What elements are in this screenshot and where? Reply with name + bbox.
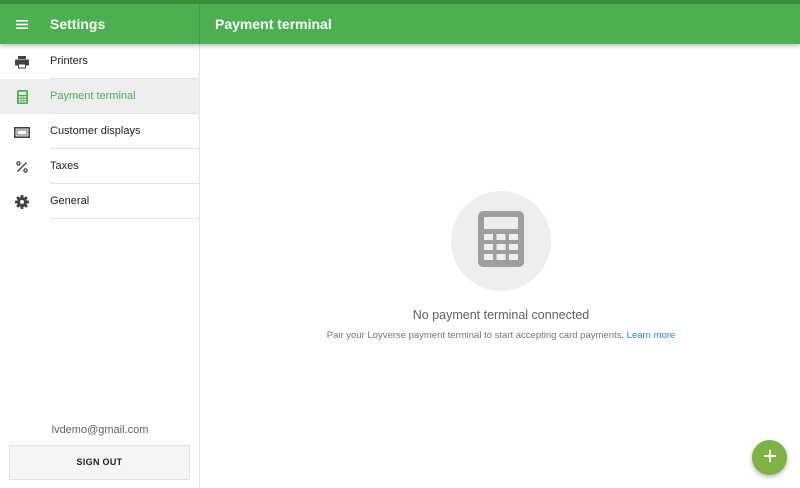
page-title: Payment terminal [215,16,332,32]
empty-state-title: No payment terminal connected [412,308,590,322]
account-email: lvdemo@gmail.com [51,424,149,436]
empty-state-description-text: Pair your Loyverse payment terminal to s… [326,330,625,341]
sidebar-item-general[interactable]: General [0,184,199,219]
display-icon [13,123,31,141]
sign-out-button[interactable]: SIGN OUT [9,445,190,480]
main-content: No payment terminal connected Pair your … [200,44,800,488]
sidebar-item-label: Customer displays [50,125,141,137]
sidebar-item-label: General [50,195,90,207]
empty-state-description: Pair your Loyverse payment terminal to s… [200,329,800,342]
app-bar-left: Settings [0,4,200,44]
hamburger-icon [16,19,28,29]
gear-icon [13,193,31,211]
sidebar-item-customer-displays[interactable]: Customer displays [0,114,199,149]
sidebar-item-printers[interactable]: Printers [0,44,199,79]
empty-state-illustration [451,191,551,291]
sidebar-item-taxes[interactable]: Taxes [0,149,199,184]
add-button[interactable] [752,440,787,475]
sidebar: Printers Payment terminal Customer displ… [0,44,200,488]
menu-button[interactable] [11,14,33,34]
sidebar-item-payment-terminal[interactable]: Payment terminal [0,79,199,114]
printer-icon [13,53,31,71]
calculator-icon [478,210,524,272]
divider [50,218,199,219]
app-bar: Settings Payment terminal [0,4,800,44]
app-title: Settings [50,16,106,32]
sidebar-item-label: Taxes [50,160,79,172]
sidebar-item-label: Payment terminal [50,90,136,102]
calculator-icon [13,88,31,106]
sidebar-item-label: Printers [50,55,88,67]
percent-icon [13,158,31,176]
plus-icon [763,449,776,467]
learn-more-link[interactable]: Learn more [627,330,676,341]
